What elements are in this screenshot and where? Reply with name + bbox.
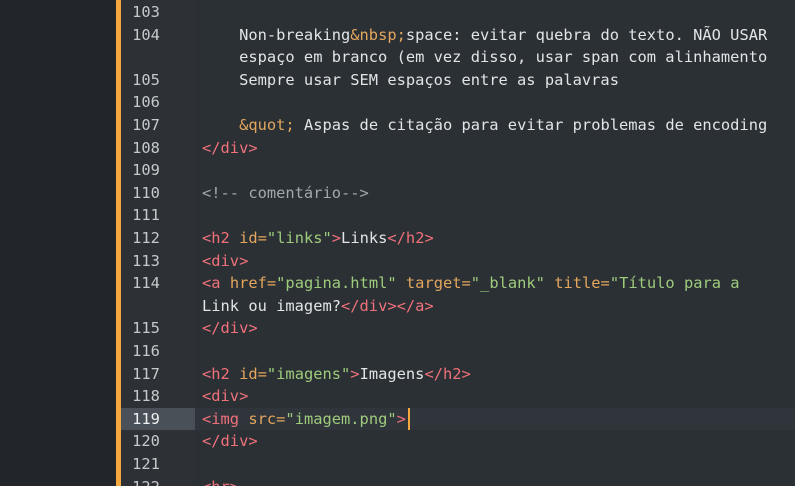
code-token-attr: id= (239, 364, 267, 383)
code-token-tag: > (331, 229, 342, 247)
line-number: 107 (132, 116, 160, 134)
code-token-attr: src= (248, 409, 286, 428)
code-token-txt: space: evitar quebra do texto. NÃO USAR (405, 25, 768, 44)
code-token-str: "imagem.png" (285, 409, 397, 428)
code-token-cmt: <!-- comentário--> (202, 183, 369, 202)
code-token-ent: &nbsp; (350, 25, 406, 44)
code-token-txt: espaço em branco (em vez disso, usar spa… (202, 48, 768, 67)
line-number: 104 (132, 25, 160, 44)
code-token-txt: Link ou imagem? (202, 296, 341, 315)
code-token-tag: <h2 (202, 364, 240, 383)
line-number: 121 (132, 455, 160, 473)
text-cursor (407, 407, 410, 430)
code-line[interactable]: <img src="imagem.png"> (202, 408, 406, 431)
code-area[interactable]: Non-breaking&nbsp;space: evitar quebra d… (195, 0, 795, 486)
line-number: 103 (132, 3, 160, 21)
code-token-tag: <hr> (202, 478, 239, 486)
code-line[interactable]: &quot; Aspas de citação para evitar prob… (202, 114, 767, 137)
code-token-attr: title= (554, 274, 610, 293)
line-number: 106 (132, 93, 160, 112)
line-number: 117 (132, 364, 160, 383)
line-number: 109 (132, 161, 160, 180)
code-token-str: "pagina.html" (276, 274, 397, 293)
line-number: 115 (132, 319, 160, 338)
code-line[interactable]: Link ou imagem?</div></a> (202, 295, 434, 318)
code-token-txt: Imagens (359, 364, 425, 383)
code-token-tag: <h2 (202, 229, 240, 247)
code-line[interactable]: Non-breaking&nbsp;space: evitar quebra d… (202, 24, 767, 47)
side-panel (0, 0, 116, 486)
code-token-attr: href= (229, 274, 277, 293)
line-number: 111 (132, 206, 160, 225)
line-number: 110 (132, 183, 160, 202)
code-token-txt: Sempre usar SEM espaços entre as palavra… (202, 70, 619, 89)
line-number: 114 (132, 274, 160, 293)
code-token-ent: &quot; (239, 116, 295, 134)
line-number: 112 (132, 229, 160, 247)
code-token-attr: target= (405, 274, 471, 293)
code-line[interactable]: </div> (202, 430, 258, 453)
code-token-tag: <a (202, 274, 230, 293)
code-line[interactable]: </div> (202, 317, 258, 340)
code-line[interactable]: <hr> (202, 476, 239, 486)
code-token-tag: </div> (202, 319, 258, 338)
code-token-tag: <img (202, 409, 249, 428)
line-number: 120 (132, 432, 160, 451)
code-token-tag: </div> (202, 432, 258, 451)
code-token-tag: </div></a> (341, 296, 434, 315)
code-token-tag: > (396, 409, 406, 428)
code-token-txt: Aspas de citação para evitar problemas d… (294, 116, 768, 134)
code-token-str: "Título para a (609, 274, 740, 293)
code-line[interactable]: <h2 id="imagens">Imagens</h2> (202, 363, 471, 386)
code-token-tag: </div> (202, 138, 258, 157)
line-number-gutter[interactable]: 103 104 105 106 107 108 109 110 111 112 113 114 115 1… (121, 0, 195, 486)
line-number: 119 (121, 407, 195, 431)
code-line[interactable]: <!-- comentário--> (202, 182, 369, 205)
line-number: 118 (132, 387, 160, 406)
code-line[interactable]: </div> (202, 137, 258, 160)
code-token-tag: > (350, 364, 360, 383)
line-number: 113 (132, 251, 160, 270)
code-token-tag: </h2> (387, 229, 434, 247)
line-number: 105 (132, 70, 160, 89)
code-token-tag: <div> (202, 251, 249, 270)
code-token-str: "_blank" (470, 274, 545, 293)
line-number: 116 (132, 342, 160, 360)
code-line[interactable]: <a href="pagina.html" target="_blank" ti… (202, 272, 740, 295)
code-line[interactable]: espaço em branco (em vez disso, usar spa… (202, 46, 767, 69)
code-token-attr: id= (239, 229, 267, 247)
code-token-tag: </h2> (424, 364, 471, 383)
code-line[interactable]: Sempre usar SEM espaços entre as palavra… (202, 69, 619, 92)
code-line[interactable]: <div> (202, 385, 248, 408)
line-number: 108 (132, 138, 160, 157)
code-token-txt: Non-breaking (202, 25, 351, 44)
code-token-str: "links" (266, 229, 332, 247)
line-number-wrap (121, 295, 195, 318)
code-editor[interactable]: 103 104 105 106 107 108 109 110 111 112 113 114 115 1… (0, 0, 795, 486)
code-line[interactable]: <div> (202, 250, 248, 273)
code-line[interactable]: <h2 id="links">Links</h2> (202, 227, 434, 250)
line-number: 122 (121, 476, 195, 486)
line-number-wrap (121, 46, 195, 69)
code-token-str: "imagens" (266, 364, 351, 383)
code-token-txt: Links (341, 229, 388, 247)
code-token-tag: <div> (202, 387, 249, 406)
